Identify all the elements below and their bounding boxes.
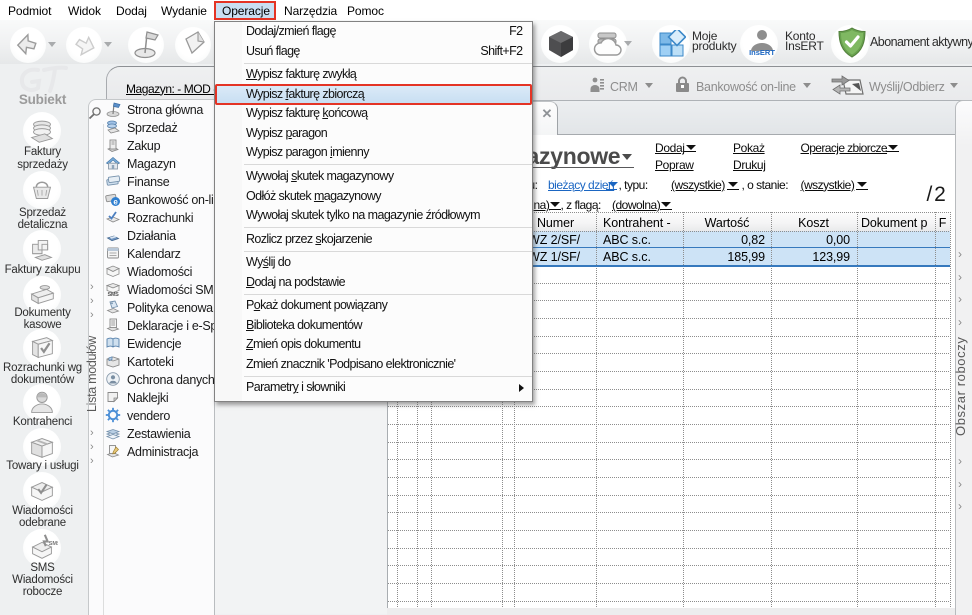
svg-text:SMS: SMS [107, 292, 119, 297]
svg-text:SMS: SMS [49, 541, 58, 547]
svg-text:InsERT: InsERT [749, 48, 775, 57]
